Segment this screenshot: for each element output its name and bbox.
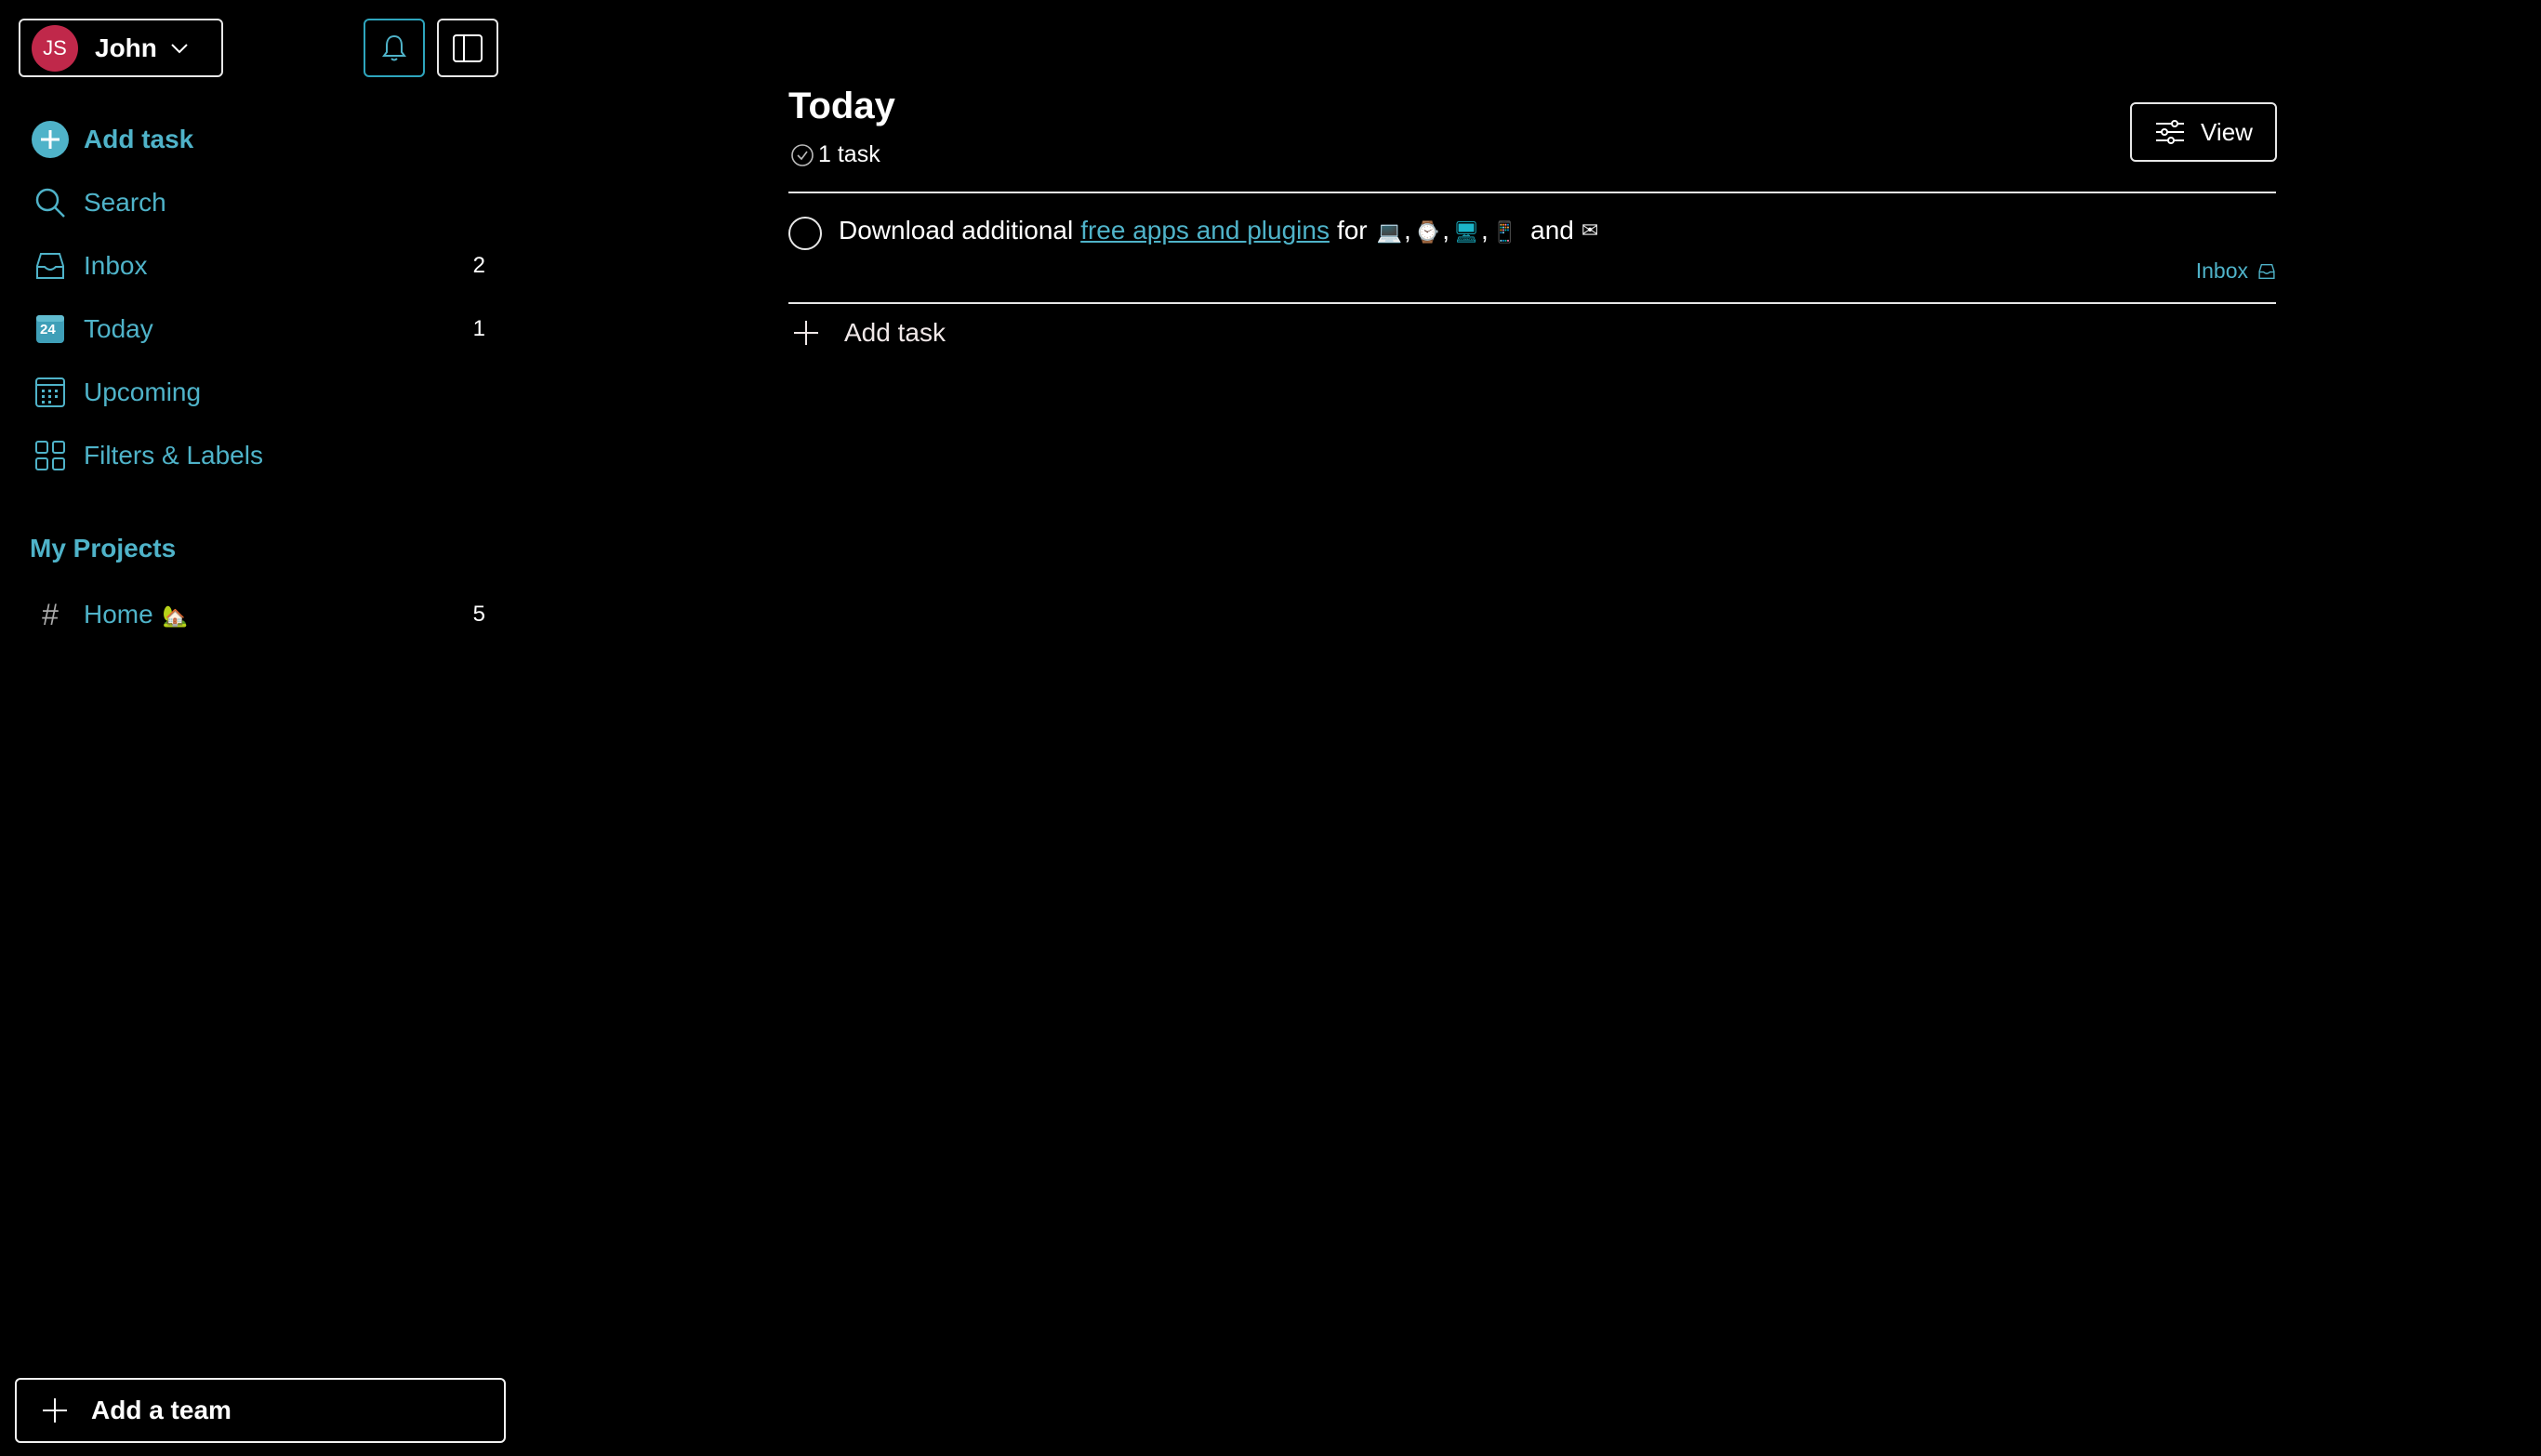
- sidebar: JS John Add task Search Inbox 2 24 Today…: [0, 0, 521, 1456]
- add-circle-icon: [30, 119, 71, 160]
- toggle-sidebar-button[interactable]: [437, 19, 498, 77]
- inbox-icon: [30, 245, 71, 286]
- sidebar-item-label: Upcoming: [84, 377, 202, 406]
- sidebar-item-upcoming[interactable]: Upcoming: [30, 366, 485, 418]
- hash-icon: #: [42, 597, 59, 631]
- sidebar-item-today[interactable]: 24 Today 1: [30, 303, 485, 355]
- inbox-icon: [2257, 263, 2276, 280]
- house-icon: 🏡: [162, 605, 188, 629]
- add-task-label: Add task: [84, 125, 194, 153]
- sidebar-item-label: Filters & Labels: [84, 441, 263, 470]
- task-text-for: for: [1336, 216, 1368, 245]
- sidebar-panel-icon: [452, 33, 483, 63]
- calendar-today-icon: 24: [30, 309, 71, 350]
- watch-icon: ⌚: [1414, 221, 1441, 245]
- search-icon: [30, 182, 71, 223]
- desktop-icon: 🖥: [1453, 221, 1479, 245]
- project-item-home[interactable]: # Home 🏡 5: [30, 589, 485, 641]
- task-text-start: Download additional: [839, 216, 1074, 245]
- sliders-icon: [2154, 118, 2186, 146]
- task-text-and: and: [1530, 216, 1574, 245]
- user-menu-button[interactable]: JS John: [19, 19, 223, 77]
- task-project-link[interactable]: Inbox: [2196, 258, 2276, 284]
- my-projects-heading[interactable]: My Projects: [30, 534, 176, 563]
- device-icons: 💻, ⌚, 🖥, 📱: [1376, 216, 1518, 245]
- task-complete-checkbox[interactable]: [788, 217, 822, 250]
- task-project-label: Inbox: [2195, 258, 2248, 283]
- chevron-down-icon: [170, 43, 189, 54]
- filters-grid-icon: [30, 435, 71, 476]
- task-link[interactable]: free apps and plugins: [1080, 216, 1330, 245]
- phone-icon: 📱: [1491, 221, 1518, 245]
- today-count: 1: [472, 316, 485, 341]
- sidebar-item-search[interactable]: Search: [30, 177, 485, 229]
- project-label: Home 🏡: [84, 600, 463, 629]
- mail-icon: ✉: [1581, 218, 1599, 243]
- avatar: JS: [32, 24, 78, 72]
- check-circle-icon: [790, 143, 814, 167]
- page-title: Today: [788, 86, 895, 126]
- bell-icon: [380, 33, 408, 63]
- sidebar-item-label: Inbox: [84, 251, 148, 280]
- sidebar-item-inbox[interactable]: Inbox 2: [30, 240, 485, 292]
- laptop-icon: 💻: [1376, 221, 1403, 245]
- project-name: Home: [84, 600, 153, 629]
- today-date-badge: 24: [40, 322, 56, 338]
- inbox-count: 2: [472, 253, 485, 278]
- add-team-button[interactable]: Add a team: [15, 1378, 506, 1443]
- sidebar-item-label: Search: [84, 188, 166, 217]
- user-name: John: [95, 33, 157, 62]
- sidebar-item-filters-labels[interactable]: Filters & Labels: [30, 430, 485, 482]
- add-task-label: Add task: [844, 318, 946, 347]
- task-count-text: 1 task: [818, 141, 880, 167]
- project-count: 5: [472, 602, 485, 627]
- task-item[interactable]: Download additional free apps and plugin…: [788, 212, 2276, 283]
- divider: [788, 192, 2276, 193]
- plus-icon: [41, 1396, 69, 1424]
- task-content[interactable]: Download additional free apps and plugin…: [839, 216, 1600, 245]
- task-count: 1 task: [790, 141, 880, 168]
- calendar-grid-icon: [30, 372, 71, 413]
- add-team-label: Add a team: [91, 1396, 232, 1424]
- add-task-nav-button[interactable]: Add task: [30, 113, 485, 165]
- divider: [788, 302, 2276, 304]
- notifications-button[interactable]: [364, 19, 425, 77]
- add-task-button[interactable]: Add task: [788, 318, 946, 348]
- plus-icon: [792, 319, 820, 347]
- view-options-button[interactable]: View: [2130, 102, 2277, 162]
- view-label: View: [2201, 117, 2253, 146]
- sidebar-item-label: Today: [84, 314, 153, 343]
